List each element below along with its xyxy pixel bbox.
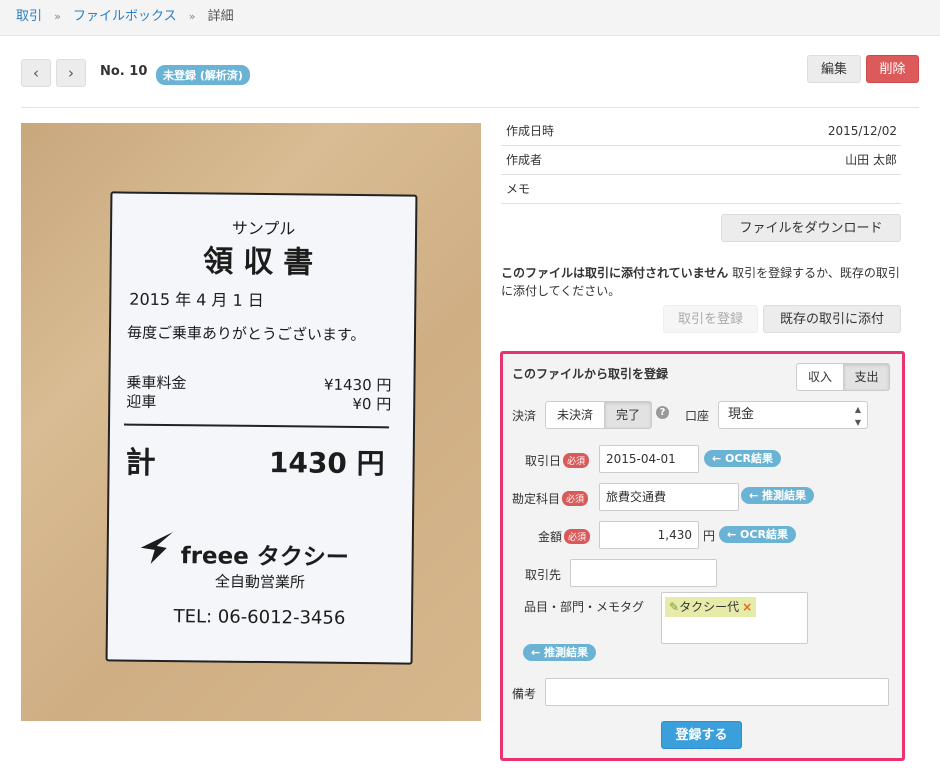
breadcrumb-separator: » (188, 10, 196, 23)
required-badge: 必須 (564, 529, 591, 544)
date-input[interactable]: 2015-04-01 (599, 445, 699, 473)
tag-chip: ✎タクシー代 × (665, 597, 757, 617)
attach-notice-bold: このファイルは取引に添付されていません (501, 266, 729, 280)
created-at-label: 作成日時 (506, 124, 555, 138)
status-badge: 未登録 (解析済) (156, 65, 250, 85)
help-icon[interactable]: ? (656, 406, 669, 419)
partner-input[interactable] (570, 559, 717, 587)
tags-label: 品目・部門・メモタグ (524, 600, 645, 614)
select-arrows-icon: ▲ ▼ (854, 405, 861, 427)
info-row-created-at: 作成日時 2015/12/02 (501, 117, 901, 146)
required-badge: 必須 (562, 491, 589, 506)
receipt-brand: freee タクシー (180, 543, 349, 571)
receipt-total-label: 計 (125, 445, 156, 481)
record-number: No. 10 (100, 64, 148, 79)
note-input[interactable] (545, 678, 889, 706)
tag-chip-label: タクシー代 (679, 600, 740, 614)
date-label-text: 取引日 (525, 454, 562, 468)
category-guess-hint: ← 推測結果 (741, 487, 815, 504)
created-at-value: 2015/12/02 (827, 124, 897, 138)
breadcrumb-link-filebox[interactable]: ファイルボックス (73, 9, 177, 24)
receipt-office: 全自動営業所 (214, 572, 305, 592)
breadcrumb-link-deals[interactable]: 取引 (16, 9, 42, 24)
note-label: 備考 (512, 687, 537, 701)
remove-tag-icon[interactable]: × (742, 600, 752, 614)
attach-existing-button[interactable]: 既存の取引に添付 (763, 305, 901, 333)
download-file-button[interactable]: ファイルをダウンロード (721, 214, 901, 242)
receipt-date: 2015 年 4 月 1 日 (129, 289, 264, 311)
settlement-label: 決済 (512, 409, 537, 423)
breadcrumb-current: 詳細 (207, 9, 234, 24)
author-label: 作成者 (506, 153, 543, 167)
memo-label: メモ (506, 182, 531, 196)
receipt-pickup-label: 迎車 (126, 392, 157, 411)
receipt-pickup-value: ¥0 円 (352, 394, 392, 414)
settled-toggle[interactable]: 完了 (604, 401, 652, 429)
receipt-thanks: 毎度ご乗車ありがとうございます。 (126, 323, 366, 345)
expense-toggle[interactable]: 支出 (843, 363, 890, 391)
submit-button[interactable]: 登録する (661, 721, 742, 749)
receipt-title: 領収書 (203, 244, 324, 281)
income-toggle[interactable]: 収入 (796, 363, 844, 391)
breadcrumb: 取引 » ファイルボックス » 詳細 (0, 0, 940, 36)
receipt-image: サンプル 領収書 2015 年 4 月 1 日 毎度ご乗車ありがとうございます。… (21, 123, 481, 721)
receipt-tel: TEL: 06-6012-3456 (173, 606, 346, 629)
attach-notice: このファイルは取引に添付されていません 取引を登録するか、既存の取引に添付してく… (501, 264, 901, 300)
date-label: 取引日 必須 (525, 452, 590, 469)
form-title: このファイルから取引を登録 (512, 367, 669, 381)
author-value: 山田 太郎 (845, 153, 897, 167)
prev-record-button[interactable]: ‹ (21, 59, 51, 87)
unsettled-toggle[interactable]: 未決済 (545, 401, 605, 429)
account-select-value: 現金 (728, 407, 755, 422)
receipt-total-value: 1430 円 (268, 446, 385, 481)
account-label: 口座 (685, 409, 710, 423)
info-row-author: 作成者 山田 太郎 (501, 146, 901, 175)
tags-input[interactable]: ✎タクシー代 × (661, 592, 808, 644)
delete-button[interactable]: 削除 (866, 55, 919, 83)
category-label: 勘定科目 必須 (512, 490, 589, 507)
account-select[interactable]: 現金 ▲ ▼ (718, 401, 868, 429)
date-ocr-hint: ← OCR結果 (704, 450, 781, 467)
tags-guess-hint: ← 推測結果 (523, 644, 597, 661)
amount-unit: 円 (703, 529, 716, 543)
amount-ocr-hint: ← OCR結果 (719, 526, 796, 543)
amount-label-text: 金額 (538, 530, 563, 544)
leaf-icon: ✎ (669, 600, 680, 614)
edit-button[interactable]: 編集 (807, 55, 861, 83)
category-label-text: 勘定科目 (512, 492, 561, 506)
next-record-button[interactable]: › (56, 59, 86, 87)
partner-label: 取引先 (525, 568, 562, 582)
category-input[interactable]: 旅費交通費 (599, 483, 739, 511)
info-row-memo: メモ (501, 175, 901, 204)
receipt-rule (124, 423, 390, 429)
breadcrumb-separator: » (54, 10, 61, 23)
amount-label: 金額 必須 (538, 528, 591, 545)
receipt-paper: サンプル 領収書 2015 年 4 月 1 日 毎度ご乗車ありがとうございます。… (105, 191, 418, 665)
header-divider (21, 107, 919, 108)
bird-logo-icon (140, 532, 173, 564)
amount-input[interactable]: 1,430 (599, 521, 699, 549)
required-badge: 必須 (563, 453, 590, 468)
register-deal-button[interactable]: 取引を登録 (663, 305, 758, 333)
